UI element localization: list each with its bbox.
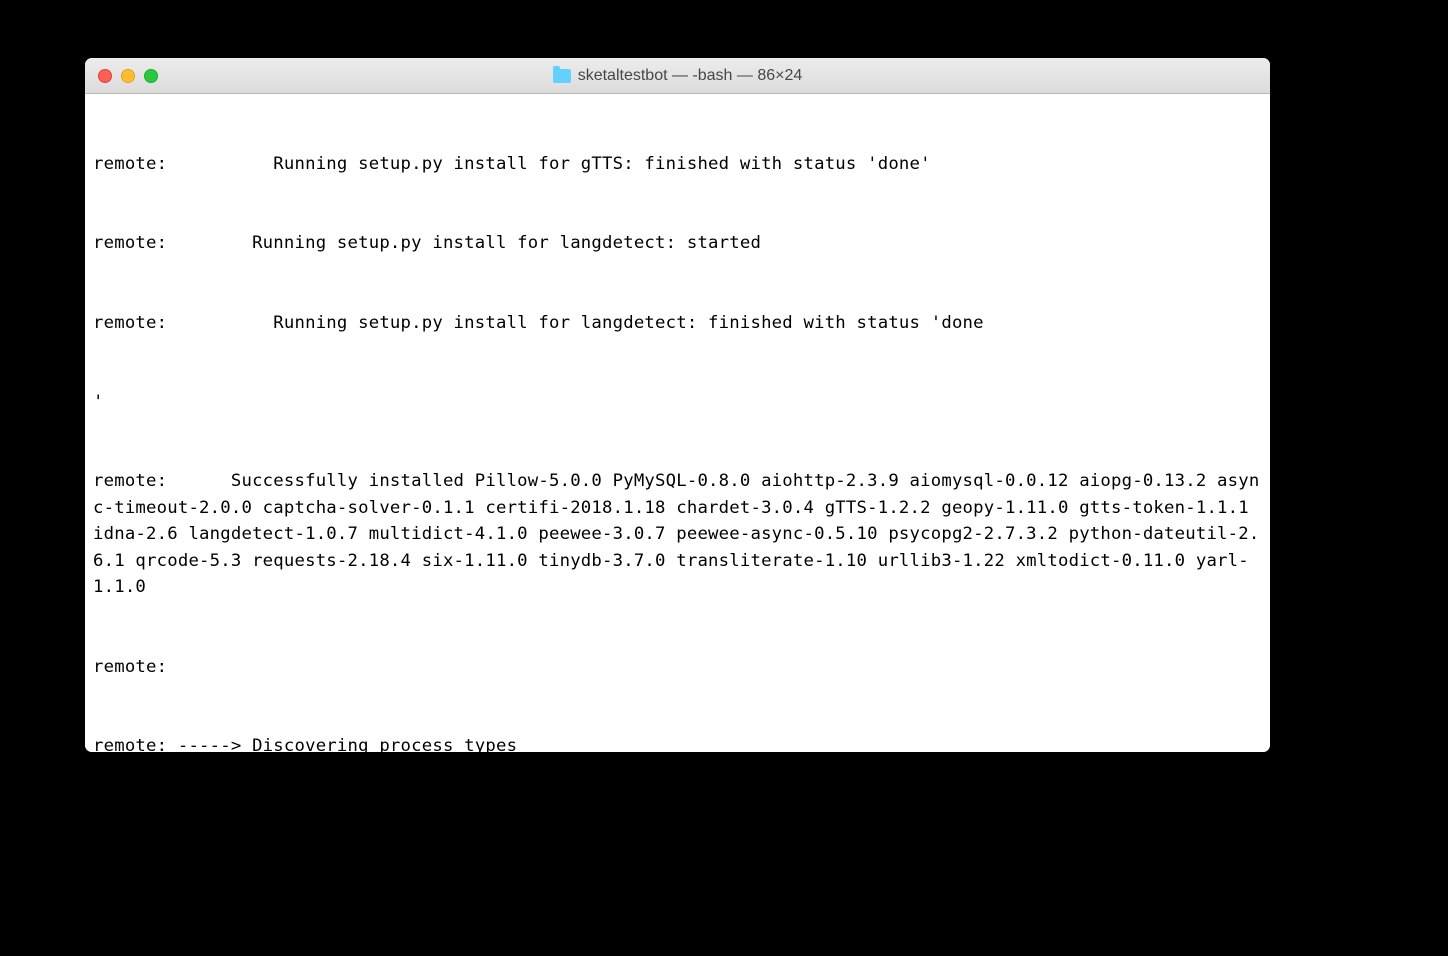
terminal-line: remote: Successfully installed Pillow-5.… bbox=[93, 468, 1262, 600]
terminal-line: remote: Running setup.py install for lan… bbox=[93, 230, 1262, 256]
terminal-line: remote: Running setup.py install for gTT… bbox=[93, 151, 1262, 177]
maximize-button[interactable] bbox=[144, 69, 158, 83]
minimize-button[interactable] bbox=[121, 69, 135, 83]
terminal-line: remote: Running setup.py install for lan… bbox=[93, 310, 1262, 336]
folder-icon bbox=[553, 69, 571, 83]
terminal-body[interactable]: remote: Running setup.py install for gTT… bbox=[85, 94, 1270, 752]
terminal-window: sketaltestbot — -bash — 86×24 remote: Ru… bbox=[85, 58, 1270, 752]
title-container: sketaltestbot — -bash — 86×24 bbox=[85, 67, 1270, 85]
close-button[interactable] bbox=[98, 69, 112, 83]
window-title: sketaltestbot — -bash — 86×24 bbox=[578, 67, 803, 85]
titlebar[interactable]: sketaltestbot — -bash — 86×24 bbox=[85, 58, 1270, 94]
terminal-line: remote: bbox=[93, 654, 1262, 680]
terminal-line: remote: -----> Discovering process types bbox=[93, 733, 1262, 752]
traffic-lights bbox=[98, 69, 158, 83]
terminal-line: ' bbox=[93, 389, 1262, 415]
